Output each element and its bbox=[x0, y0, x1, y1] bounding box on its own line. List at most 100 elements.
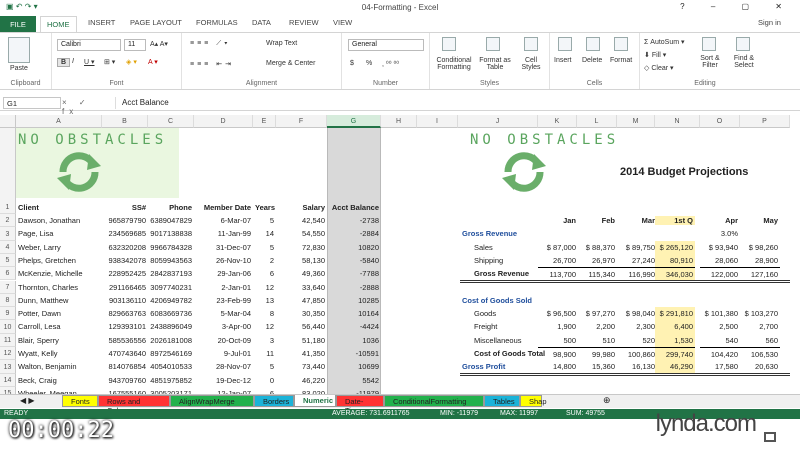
client-cell[interactable]: 11 bbox=[253, 349, 276, 358]
column-header-e[interactable]: E bbox=[253, 115, 276, 128]
column-header-o[interactable]: O bbox=[700, 115, 740, 128]
budget-cell[interactable]: 122,000 bbox=[700, 267, 740, 280]
budget-cell[interactable]: 16,130 bbox=[617, 360, 657, 373]
client-cell[interactable]: 58,130 bbox=[276, 256, 327, 265]
sheet-tab-8[interactable]: Shap bbox=[520, 395, 547, 407]
column-header-n[interactable]: N bbox=[655, 115, 700, 128]
sheet-tab-5[interactable]: Date-Time bbox=[336, 395, 384, 415]
budget-cell[interactable]: $ 93,940 bbox=[700, 241, 740, 254]
column-header-p[interactable]: P bbox=[740, 115, 790, 128]
budget-cell[interactable]: 299,740 bbox=[655, 347, 695, 361]
client-cell[interactable]: 8 bbox=[253, 309, 276, 318]
column-header-g[interactable]: G bbox=[327, 115, 381, 128]
client-cell[interactable]: 41,350 bbox=[276, 349, 327, 358]
formula-input[interactable]: Acct Balance bbox=[115, 97, 795, 109]
font-name-select[interactable]: Calibri bbox=[57, 39, 121, 51]
client-cell[interactable]: Page, Lisa bbox=[16, 229, 102, 238]
budget-cell[interactable]: 346,030 bbox=[655, 267, 695, 281]
client-cell[interactable]: 72,830 bbox=[276, 243, 327, 252]
client-cell[interactable]: 31-Dec-07 bbox=[194, 243, 253, 252]
budget-cell[interactable]: 104,420 bbox=[700, 347, 740, 360]
column-header-h[interactable]: H bbox=[381, 115, 417, 128]
client-cell[interactable]: 13 bbox=[253, 296, 276, 305]
budget-cell[interactable]: 6,400 bbox=[655, 320, 695, 334]
fullscreen-icon[interactable] bbox=[764, 432, 776, 442]
sheet-tab-4[interactable]: Numeric bbox=[294, 395, 336, 407]
row-header-3[interactable]: 3 bbox=[0, 227, 16, 241]
conditional-formatting-button[interactable]: Conditional Formatting bbox=[432, 57, 476, 71]
column-header-d[interactable]: D bbox=[194, 115, 253, 128]
client-cell[interactable]: 26-Nov-10 bbox=[194, 256, 253, 265]
client-cell[interactable]: 938342078 bbox=[102, 256, 148, 265]
window-controls[interactable]: ? – ▢ ✕ bbox=[680, 2, 794, 11]
autosum-button[interactable]: Σ AutoSum ▾ bbox=[644, 38, 685, 46]
formula-buttons[interactable]: × ✓ fx bbox=[62, 98, 112, 116]
client-cell[interactable]: -7788 bbox=[327, 269, 381, 278]
budget-cell[interactable]: $ 98,260 bbox=[740, 241, 780, 254]
client-cell[interactable]: 10285 bbox=[327, 296, 381, 305]
client-cell[interactable]: 903136110 bbox=[102, 296, 148, 305]
cell-styles-button[interactable]: Cell Styles bbox=[516, 57, 546, 71]
client-cell[interactable]: 2842837193 bbox=[148, 269, 194, 278]
sort-filter-button[interactable]: Sort & Filter bbox=[694, 55, 726, 69]
client-cell[interactable]: 42,540 bbox=[276, 216, 327, 225]
budget-cell[interactable]: $ 97,270 bbox=[577, 307, 617, 320]
client-cell[interactable]: 10820 bbox=[327, 243, 381, 252]
client-cell[interactable]: -4424 bbox=[327, 322, 381, 331]
row-header-5[interactable]: 5 bbox=[0, 253, 16, 268]
budget-cell[interactable]: 115,340 bbox=[577, 267, 617, 280]
client-cell[interactable]: 54,550 bbox=[276, 229, 327, 238]
client-cell[interactable]: 9-Jul-01 bbox=[194, 349, 253, 358]
font-color-icon[interactable]: A ▾ bbox=[148, 58, 158, 66]
client-cell[interactable]: 56,440 bbox=[276, 322, 327, 331]
format-button[interactable]: Format bbox=[610, 57, 632, 64]
client-cell[interactable]: Blair, Sperry bbox=[16, 336, 102, 345]
number-format-select[interactable]: General bbox=[348, 39, 424, 51]
client-cell[interactable]: 3-Apr-00 bbox=[194, 322, 253, 331]
client-cell[interactable]: Potter, Dawn bbox=[16, 309, 102, 318]
cell-styles-icon[interactable] bbox=[524, 37, 538, 51]
client-cell[interactable]: 49,360 bbox=[276, 269, 327, 278]
fill-color-icon[interactable]: ◈ ▾ bbox=[126, 58, 137, 66]
client-cell[interactable]: 5 bbox=[253, 216, 276, 225]
client-cell[interactable]: 6-Mar-07 bbox=[194, 216, 253, 225]
budget-cell[interactable]: 106,530 bbox=[740, 347, 780, 360]
client-cell[interactable]: 12 bbox=[253, 322, 276, 331]
client-cell[interactable]: 29-Jan-06 bbox=[194, 269, 253, 278]
tab-review[interactable]: REVIEW bbox=[289, 18, 319, 27]
client-cell[interactable]: 33,640 bbox=[276, 283, 327, 292]
client-cell[interactable]: Carroll, Lesa bbox=[16, 322, 102, 331]
align-top-icons[interactable]: ≡≡≡ ⟋▾ bbox=[190, 40, 231, 48]
client-cell[interactable]: 11-Jan-99 bbox=[194, 229, 253, 238]
budget-cell[interactable]: $ 265,120 bbox=[655, 240, 695, 254]
column-header-m[interactable]: M bbox=[617, 115, 655, 128]
client-cell[interactable]: 19-Dec-12 bbox=[194, 376, 253, 385]
row-header-2[interactable]: 2 bbox=[0, 214, 16, 228]
sheet-tab-2[interactable]: AlignWrapMerge bbox=[170, 395, 254, 407]
client-cell[interactable]: 51,180 bbox=[276, 336, 327, 345]
client-cell[interactable]: 47,850 bbox=[276, 296, 327, 305]
insert-cells-icon[interactable] bbox=[558, 37, 572, 51]
underline-button[interactable]: U ▾ bbox=[84, 58, 95, 66]
row-header-4[interactable]: 4 bbox=[0, 240, 16, 254]
client-cell[interactable]: 234569685 bbox=[102, 229, 148, 238]
column-header-l[interactable]: L bbox=[577, 115, 617, 128]
tab-data[interactable]: DATA bbox=[252, 18, 271, 27]
client-cell[interactable]: -2738 bbox=[327, 216, 381, 225]
budget-cell[interactable]: 99,980 bbox=[577, 347, 617, 360]
column-header-a[interactable]: A bbox=[16, 115, 102, 128]
client-cell[interactable]: 2026181008 bbox=[148, 336, 194, 345]
budget-cell[interactable]: 510 bbox=[577, 334, 617, 347]
wrap-text-button[interactable]: Wrap Text bbox=[266, 40, 297, 47]
budget-cell[interactable]: 20,630 bbox=[740, 360, 780, 373]
budget-cell[interactable]: 2,700 bbox=[740, 320, 780, 333]
client-cell[interactable]: 585536556 bbox=[102, 336, 148, 345]
client-cell[interactable]: -5840 bbox=[327, 256, 381, 265]
client-cell[interactable]: Walton, Benjamin bbox=[16, 362, 102, 371]
budget-cell[interactable]: 98,900 bbox=[538, 347, 578, 360]
budget-cell[interactable]: 1,900 bbox=[538, 320, 578, 333]
client-cell[interactable]: 814076854 bbox=[102, 362, 148, 371]
client-cell[interactable]: Phelps, Gretchen bbox=[16, 256, 102, 265]
fill-button[interactable]: ⬇ Fill ▾ bbox=[644, 51, 666, 59]
client-cell[interactable]: 10699 bbox=[327, 362, 381, 371]
